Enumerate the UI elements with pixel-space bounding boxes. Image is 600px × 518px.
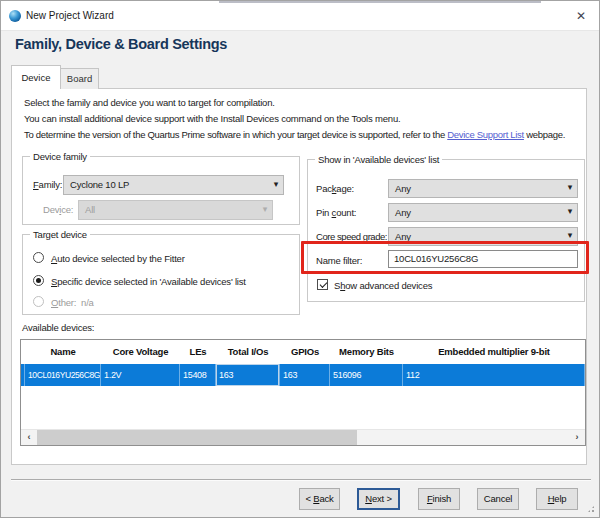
background-window-edge	[219, 1, 541, 3]
chevron-down-icon: ▾	[568, 179, 572, 196]
next-button[interactable]: Next >	[357, 488, 400, 510]
red-highlight-annotation	[301, 241, 589, 274]
target-device-group: Target device Auto device selected by th…	[22, 234, 300, 315]
table-row-selected[interactable]: 10CL016YU256C8G 1.2V 15408 163 163 51609…	[21, 364, 585, 386]
close-icon[interactable]: ✕	[572, 7, 590, 25]
show-advanced-devices-checkbox[interactable]	[317, 279, 328, 290]
package-select[interactable]: Any ▾	[388, 179, 578, 198]
chevron-down-icon: ▾	[263, 200, 267, 218]
cell-les[interactable]: 15408	[180, 364, 216, 386]
cell-memory-bits[interactable]: 516096	[330, 364, 403, 386]
intro-line-3-after: webpage.	[524, 129, 565, 140]
resize-grip[interactable]	[587, 505, 595, 513]
show-advanced-devices-label[interactable]: Show advanced devices	[334, 280, 432, 291]
family-select[interactable]: Cyclone 10 LP ▾	[63, 175, 284, 195]
family-value: Cyclone 10 LP	[70, 179, 129, 190]
tab-board[interactable]: Board	[61, 68, 99, 89]
available-devices-label: Available devices:	[22, 322, 94, 333]
pin-count-label: Pin count:	[316, 207, 356, 218]
new-project-wizard-dialog: New Project Wizard ✕ Family, Device & Bo…	[0, 0, 600, 518]
window-title: New Project Wizard	[26, 10, 114, 21]
device-tab-panel: Select the family and device you want to…	[11, 88, 587, 465]
radio-other-label: Other: n/a	[51, 297, 94, 308]
finish-button[interactable]: Finish	[418, 488, 460, 510]
pin-count-value: Any	[395, 207, 411, 218]
radio-specific-device[interactable]	[33, 275, 44, 286]
pin-count-select[interactable]: Any ▾	[388, 203, 578, 222]
show-group-title: Show in 'Available devices' list	[315, 154, 442, 165]
footer-separator	[11, 479, 591, 480]
device-family-group-title: Device family	[30, 151, 90, 162]
horizontal-scrollbar[interactable]: ‹ ›	[21, 429, 585, 445]
titlebar[interactable]: New Project Wizard ✕	[1, 1, 599, 31]
cell-gpios[interactable]: 163	[280, 364, 330, 386]
device-label: Device:	[43, 204, 73, 215]
intro-line-2: You can install additional device suppor…	[24, 113, 400, 124]
radio-other	[33, 296, 44, 307]
intro-line-1: Select the family and device you want to…	[24, 97, 275, 108]
device-select: All ▾	[78, 200, 273, 220]
col-header-les[interactable]: LEs	[180, 340, 216, 364]
cancel-button[interactable]: Cancel	[477, 488, 519, 510]
scrollbar-thumb[interactable]	[37, 430, 357, 445]
help-button[interactable]: Help	[536, 488, 578, 510]
cell-core-voltage[interactable]: 1.2V	[101, 364, 180, 386]
cell-embedded-multiplier[interactable]: 112	[403, 364, 585, 386]
radio-specific-device-label[interactable]: Specific device selected in 'Available d…	[51, 276, 246, 287]
chevron-down-icon: ▾	[568, 203, 572, 220]
col-header-embedded-multiplier[interactable]: Embedded multiplier 9-bit	[403, 340, 585, 364]
target-device-group-title: Target device	[30, 229, 90, 240]
radio-auto-device-label[interactable]: Auto device selected by the Fitter	[51, 253, 185, 264]
quartus-app-icon	[9, 10, 21, 22]
device-value: All	[85, 204, 95, 215]
package-value: Any	[395, 183, 411, 194]
col-header-gpios[interactable]: GPIOs	[280, 340, 330, 364]
intro-line-3: To determine the version of the Quartus …	[24, 129, 565, 140]
scroll-right-icon[interactable]: ›	[569, 430, 585, 445]
cell-name[interactable]: 10CL016YU256C8G	[25, 364, 101, 386]
tab-device[interactable]: Device	[11, 65, 61, 89]
device-family-group: Device family Family: Cyclone 10 LP▾ Dev…	[22, 156, 300, 225]
col-header-name[interactable]: Name	[25, 340, 101, 364]
package-label: Package:	[316, 183, 354, 194]
table-header-row: Name Core Voltage LEs Total I/Os GPIOs M…	[21, 340, 585, 364]
cell-total-ios[interactable]: 163	[216, 364, 280, 386]
col-header-core-voltage[interactable]: Core Voltage	[101, 340, 180, 364]
scroll-left-icon[interactable]: ‹	[21, 430, 37, 445]
show-in-available-devices-group: Show in 'Available devices' list Package…	[307, 159, 585, 302]
back-button[interactable]: < Back	[299, 488, 340, 510]
page-title: Family, Device & Board Settings	[15, 36, 227, 52]
available-devices-table: Name Core Voltage LEs Total I/Os GPIOs M…	[20, 339, 586, 446]
intro-line-3-before: To determine the version of the Quartus …	[24, 129, 447, 140]
family-label: Family:	[33, 179, 62, 190]
col-header-memory-bits[interactable]: Memory Bits	[330, 340, 403, 364]
col-header-total-ios[interactable]: Total I/Os	[216, 340, 280, 364]
device-support-list-link[interactable]: Device Support List	[447, 129, 524, 140]
radio-auto-device[interactable]	[33, 252, 44, 263]
chevron-down-icon: ▾	[274, 175, 278, 193]
